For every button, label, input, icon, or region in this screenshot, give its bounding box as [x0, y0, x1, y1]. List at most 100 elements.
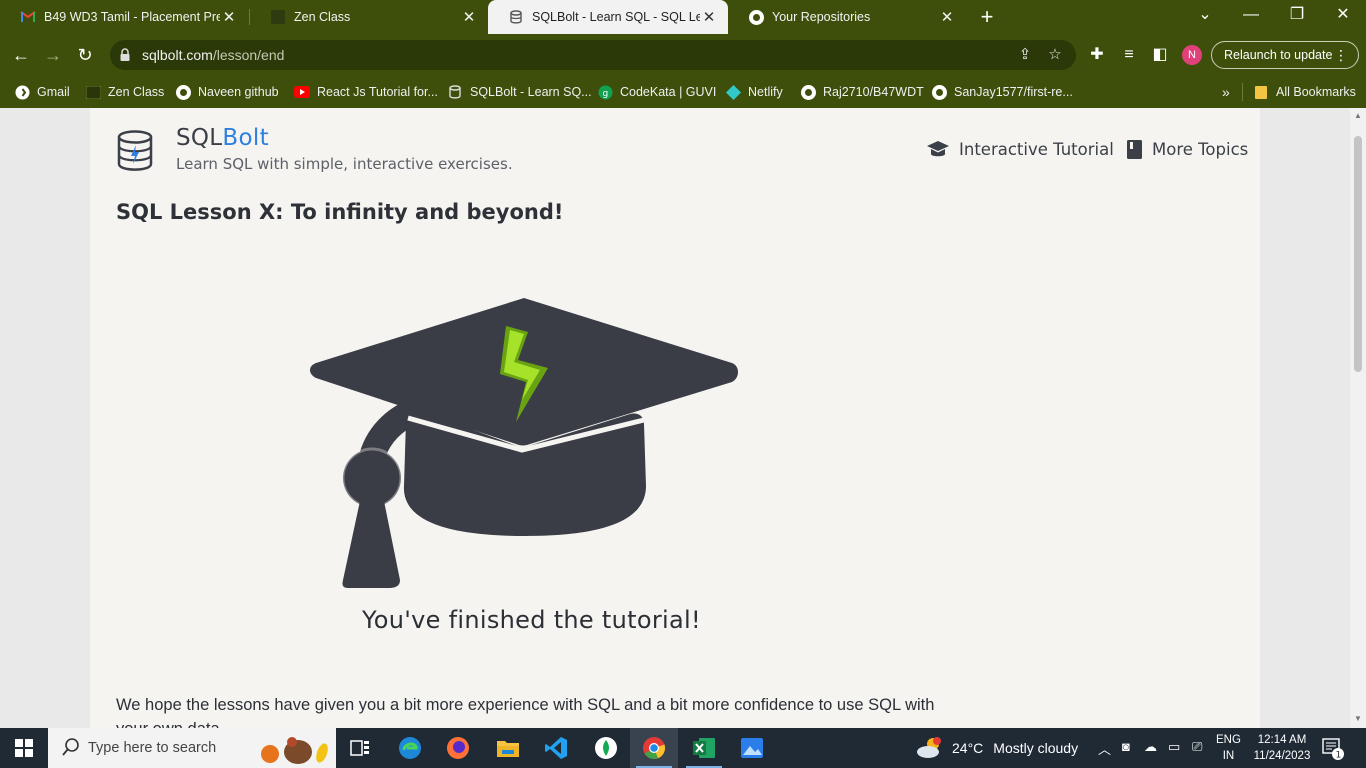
tab-github[interactable]: Your Repositories ✕ [728, 0, 966, 34]
tab-gmail[interactable]: B49 WD3 Tamil - Placement Prep ✕ [0, 0, 248, 34]
tab-title: SQLBolt - Learn SQL - SQL Lesson [532, 10, 700, 24]
minimize-button[interactable]: — [1228, 0, 1274, 30]
bookmark-sqlbolt[interactable]: SQLBolt - Learn SQ... [447, 82, 592, 102]
tab-zen-class[interactable]: Zen Class ✕ [250, 0, 488, 34]
guvi-icon: g [597, 84, 613, 100]
relaunch-button[interactable]: Relaunch to update ⋮ [1211, 41, 1359, 69]
share-icon[interactable]: ⇪ [1016, 46, 1034, 64]
battery-icon[interactable]: ▭ [1168, 739, 1180, 755]
windows-taskbar: Type here to search 24°C Mostly cloudy ︿… [0, 728, 1366, 768]
network-icon[interactable]: ⎚ [1192, 739, 1202, 755]
close-tab-icon[interactable]: ✕ [220, 8, 238, 26]
forward-arrow-icon[interactable]: → [40, 42, 66, 68]
sqlbolt-icon [447, 84, 463, 100]
lock-icon [120, 48, 130, 66]
weather-widget[interactable]: 24°C Mostly cloudy [916, 728, 1078, 768]
close-tab-icon[interactable]: ✕ [938, 8, 956, 26]
page-viewport: SQLBolt Learn SQL with simple, interacti… [0, 108, 1350, 728]
page-content: SQLBolt Learn SQL with simple, interacti… [90, 108, 1260, 728]
bookmark-star-icon[interactable]: ☆ [1046, 46, 1064, 64]
bookmarks-overflow-icon[interactable]: » [1222, 82, 1230, 102]
netlify-icon [725, 84, 741, 100]
new-tab-button[interactable]: + [975, 5, 999, 29]
restore-button[interactable]: ❐ [1274, 0, 1320, 30]
bookmark-zen-class[interactable]: Zen Class [85, 82, 164, 102]
address-bar[interactable]: sqlbolt.com/lesson/end ⇪ ☆ [110, 40, 1076, 70]
interactive-tutorial-link[interactable]: Interactive Tutorial [926, 139, 1114, 159]
photos-icon[interactable] [728, 728, 776, 768]
profile-avatar[interactable]: N [1182, 45, 1202, 65]
side-panel-icon[interactable]: ◧ [1150, 45, 1170, 65]
github-icon [931, 84, 947, 100]
all-bookmarks[interactable]: All Bookmarks [1253, 82, 1356, 102]
scrollbar-thumb[interactable] [1354, 136, 1362, 372]
reading-list-icon[interactable]: ≡ [1119, 45, 1139, 65]
close-tab-icon[interactable]: ✕ [460, 8, 478, 26]
graduation-cap-icon [926, 139, 950, 159]
onedrive-cloud-icon[interactable]: ☁ [1144, 739, 1157, 755]
bookmark-sanjay1577[interactable]: SanJay1577/first-re... [931, 82, 1073, 102]
tab-title: Your Repositories [772, 10, 871, 24]
github-icon [175, 84, 191, 100]
tab-sqlbolt[interactable]: SQLBolt - Learn SQL - SQL Lesson ✕ [488, 0, 728, 34]
svg-text:g: g [602, 89, 608, 99]
close-tab-icon[interactable]: ✕ [700, 8, 718, 26]
folder-icon [1253, 84, 1269, 100]
cloudy-weather-icon [916, 737, 944, 759]
chrome-icon[interactable] [630, 728, 678, 768]
system-clock[interactable]: 12:14 AM 11/24/2023 [1249, 732, 1315, 764]
more-menu-icon: ⋮ [1334, 47, 1348, 63]
zen-icon [270, 9, 286, 25]
close-window-button[interactable]: ✕ [1320, 0, 1366, 30]
excel-icon[interactable] [680, 728, 728, 768]
zen-icon [85, 84, 101, 100]
tab-search-chevron-icon[interactable]: ⌄ [1182, 0, 1228, 30]
search-placeholder: Type here to search [88, 740, 217, 756]
scroll-down-icon[interactable]: ▼ [1353, 714, 1363, 724]
browser-toolbar: ← → ↻ sqlbolt.com/lesson/end ⇪ ☆ ✚ ≡ ◧ N… [0, 34, 1366, 76]
weather-description: Mostly cloudy [993, 740, 1079, 756]
bookmark-react-tutorial[interactable]: React Js Tutorial for... [294, 82, 438, 102]
back-arrow-icon[interactable]: ← [8, 42, 34, 68]
show-hidden-icons-chevron-icon[interactable]: ︿ [1098, 739, 1111, 758]
github-icon [800, 84, 816, 100]
brand-name[interactable]: SQLBolt [176, 125, 269, 151]
closing-paragraph: We hope the lessons have given you a bit… [116, 696, 935, 728]
tutorial-finished-heading: You've finished the tutorial! [362, 606, 701, 634]
book-icon [1126, 139, 1143, 160]
gmail-icon [20, 9, 36, 25]
bookmark-netlify[interactable]: Netlify [725, 82, 783, 102]
edge-icon[interactable] [386, 728, 434, 768]
language-indicator[interactable]: ENG IN [1216, 732, 1241, 764]
firefox-icon[interactable] [434, 728, 482, 768]
lesson-title: SQL Lesson X: To infinity and beyond! [116, 200, 564, 224]
file-explorer-icon[interactable] [484, 728, 532, 768]
github-icon [748, 9, 764, 25]
windows-start-icon[interactable] [0, 728, 48, 768]
graduation-cap-illustration-icon [308, 296, 744, 595]
tagline: Learn SQL with simple, interactive exerc… [176, 155, 513, 173]
url-text: sqlbolt.com/lesson/end [142, 47, 285, 63]
reload-icon[interactable]: ↻ [72, 42, 98, 68]
bookmark-raj2710[interactable]: Raj2710/B47WDT [800, 82, 924, 102]
task-view-icon[interactable] [336, 728, 384, 768]
sqlbolt-logo-icon[interactable] [116, 130, 154, 177]
sqlbolt-icon [508, 9, 524, 25]
page-scrollbar[interactable]: ▲ ▼ [1350, 108, 1366, 728]
tab-title: Zen Class [294, 10, 351, 24]
vscode-icon[interactable] [532, 728, 580, 768]
scroll-up-icon[interactable]: ▲ [1353, 111, 1363, 121]
weather-temp: 24°C [952, 740, 984, 756]
more-topics-link[interactable]: More Topics [1126, 139, 1248, 160]
bookmark-codekata[interactable]: g CodeKata | GUVI [597, 82, 716, 102]
extensions-icon[interactable]: ✚ [1087, 45, 1107, 65]
taskbar-search-input[interactable]: Type here to search [48, 728, 336, 768]
bookmark-gmail[interactable]: Gmail [14, 82, 70, 102]
bookmark-naveen-github[interactable]: Naveen github [175, 82, 279, 102]
meet-now-icon[interactable]: ◙ [1122, 739, 1130, 754]
tab-title: B49 WD3 Tamil - Placement Prep [44, 10, 220, 24]
svg-text:1: 1 [1336, 751, 1342, 761]
mongodb-compass-icon[interactable] [582, 728, 630, 768]
youtube-icon [294, 84, 310, 100]
notification-center-icon[interactable]: 1 [1322, 738, 1344, 765]
